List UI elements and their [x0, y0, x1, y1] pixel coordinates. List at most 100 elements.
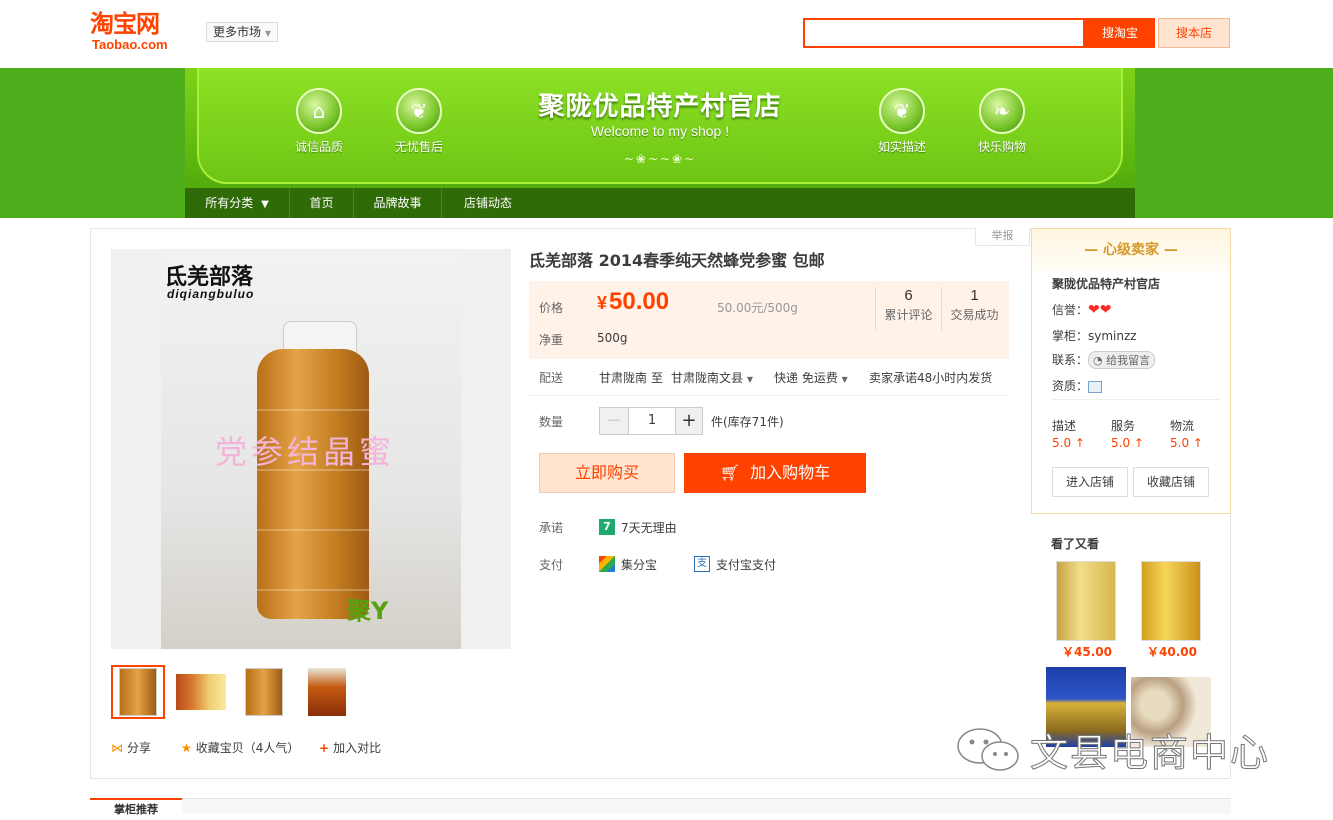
tab-shopkeeper-recommend[interactable]: 掌柜推荐	[90, 798, 182, 816]
product-photo: 氐羌部落 diqiangbuluo 党参结晶蜜 聚Y	[161, 249, 461, 649]
weight-label: 净重	[539, 333, 564, 347]
thumbnail-strip	[111, 665, 511, 719]
top-bar: 淘宝网 Taobao.com 更多市场 ▼ 搜淘宝 搜本店	[0, 0, 1333, 68]
more-market-dropdown[interactable]: 更多市场 ▼	[206, 22, 278, 42]
thumbnail[interactable]	[111, 665, 165, 719]
seller-level-text: 心级卖家	[1103, 242, 1159, 258]
rating-describe: 描述 5.0 ↑	[1052, 417, 1108, 450]
taobao-logo[interactable]: 淘宝网 Taobao.com	[90, 10, 190, 54]
star-icon: ★	[181, 741, 192, 755]
also-viewed-item[interactable]: ￥45.00	[1056, 561, 1118, 660]
price-value: ¥50.00	[597, 288, 669, 316]
banner-inner: 聚陇优品特产村官店 Welcome to my shop ! ~❀~~❀~ ⌂ …	[185, 68, 1135, 218]
search-input[interactable]	[803, 18, 1085, 48]
seven-day-icon: 7	[599, 519, 621, 535]
more-market-label: 更多市场	[213, 25, 262, 39]
image-brand-en-text: diqiangbuluo	[167, 287, 255, 301]
add-to-cart-button[interactable]: 🛒︎ 加入购物车	[684, 453, 866, 493]
caret-down-icon: ▼	[746, 375, 753, 384]
jar-body	[257, 349, 369, 619]
add-cart-label: 加入购物车	[750, 463, 831, 482]
rating-value: 5.0	[1052, 436, 1072, 450]
triangle-down-icon: ▼	[261, 199, 269, 210]
wechat-icon	[957, 728, 1019, 771]
pay-method-jifenbao: 集分宝	[621, 558, 658, 572]
reviews-stat[interactable]: 6 累计评论	[875, 287, 941, 331]
nav-all-categories[interactable]: 所有分类 ▼	[185, 188, 290, 218]
delivery-to: 甘肃陇南文县	[671, 371, 744, 385]
favorite-label: 收藏宝贝（4人气）	[195, 741, 300, 755]
shipping-value: 快递 免运费	[774, 371, 838, 385]
weight-value: 500g	[597, 331, 628, 345]
report-link[interactable]: 举报	[975, 228, 1030, 246]
house-icon: ⌂	[296, 88, 342, 134]
qual-label: 资质：	[1052, 379, 1089, 393]
search-taobao-button[interactable]: 搜淘宝	[1085, 18, 1155, 48]
heart-icon: ❤	[1088, 302, 1100, 318]
leaf-icon: ❧	[979, 88, 1025, 134]
qty-input[interactable]: 1	[628, 408, 676, 434]
favorite-shop-button[interactable]: 收藏店铺	[1133, 467, 1209, 497]
thumbnail[interactable]	[237, 665, 291, 719]
delivery-to-word: 至	[651, 371, 664, 385]
deals-label: 交易成功	[950, 308, 999, 322]
arrow-up-icon: ↑	[1074, 436, 1085, 450]
cart-icon: 🛒︎	[719, 463, 741, 482]
nav-home[interactable]: 首页	[290, 188, 354, 218]
shipping-select[interactable]: 快递 免运费 ▼	[774, 369, 848, 386]
id-card-icon[interactable]	[1088, 380, 1103, 393]
plus-icon: +	[319, 741, 330, 755]
stock-text: 件(库存71件)	[711, 415, 784, 429]
qty-minus-button[interactable]: −	[600, 408, 628, 434]
rating-value: 5.0	[1111, 436, 1131, 450]
promise-label: 承诺	[539, 521, 564, 535]
price-number: 50.00	[609, 288, 670, 315]
nav-brand-story[interactable]: 品牌故事	[354, 188, 442, 218]
deals-stat[interactable]: 1 交易成功	[941, 287, 1007, 331]
delivery-to-select[interactable]: 甘肃陇南文县 ▼	[671, 369, 753, 386]
favorite-button[interactable]: ★ 收藏宝贝（4人气）	[181, 739, 299, 757]
product-detail: 氐羌部落 2014春季纯天然蜂党参蜜 包邮 价格 ¥50.00 50.00元/5…	[529, 249, 1009, 572]
contact-row: 联系： ◔ 给我留言	[1052, 351, 1222, 369]
seller-shop-name[interactable]: 聚陇优品特产村官店	[1052, 275, 1222, 292]
search-shop-button[interactable]: 搜本店	[1158, 18, 1230, 48]
thumbnail[interactable]	[174, 665, 228, 719]
also-viewed-item[interactable]: ￥40.00	[1141, 561, 1203, 660]
main-product-image[interactable]: 氐羌部落 diqiangbuluo 党参结晶蜜 聚Y	[111, 249, 511, 649]
image-logo-mark: 聚Y	[347, 597, 389, 625]
logo-en: Taobao.com	[92, 37, 168, 52]
leaf-icon: ❦	[396, 88, 442, 134]
rating-value: 5.0	[1170, 436, 1190, 450]
buy-now-button[interactable]: 立即购买	[539, 453, 675, 493]
pay-method-alipay: 支付宝支付	[716, 558, 777, 572]
currency-symbol: ¥	[597, 293, 608, 313]
rating-service: 服务 5.0 ↑	[1111, 417, 1167, 450]
divider	[529, 395, 1009, 396]
nav-label: 所有分类	[205, 196, 254, 210]
nav-shop-news[interactable]: 店铺动态	[442, 188, 534, 218]
watermark-text: 文县电商中心	[1029, 731, 1271, 776]
thumbnail[interactable]	[300, 665, 354, 719]
qty-plus-button[interactable]: +	[676, 408, 702, 434]
ship-promise: 卖家承诺48小时内发货	[869, 371, 993, 385]
keeper-name[interactable]: syminzz	[1088, 329, 1137, 343]
compare-button[interactable]: + 加入对比	[319, 739, 381, 757]
compare-label: 加入对比	[333, 741, 382, 755]
badge-honest: ❦ 如实描述	[862, 88, 942, 155]
rating-logistics: 物流 5.0 ↑	[1170, 417, 1226, 450]
leave-message-label: 给我留言	[1106, 354, 1151, 367]
share-button[interactable]: ⋈ 分享	[111, 739, 151, 757]
enter-shop-button[interactable]: 进入店铺	[1052, 467, 1128, 497]
logo-cn: 淘宝网	[90, 10, 160, 38]
also-viewed-price: ￥40.00	[1147, 645, 1197, 659]
keeper-row: 掌柜：syminzz	[1052, 327, 1222, 344]
leave-message-button[interactable]: ◔ 给我留言	[1088, 351, 1156, 369]
promise-value: 7天无理由	[621, 521, 677, 535]
qualification-row: 资质：	[1052, 377, 1222, 394]
jifenbao-icon	[599, 556, 621, 572]
deals-count: 1	[970, 287, 979, 304]
caret-down-icon: ▼	[841, 375, 848, 384]
shop-nav: 所有分类 ▼ 首页 品牌故事 店铺动态	[185, 188, 1135, 218]
product-main: 举报 氐羌部落 diqiangbuluo 党参结晶蜜 聚Y ⋈ 分享 ★ 收藏宝贝（…	[90, 228, 1231, 779]
alipay-icon: 支	[694, 556, 716, 572]
